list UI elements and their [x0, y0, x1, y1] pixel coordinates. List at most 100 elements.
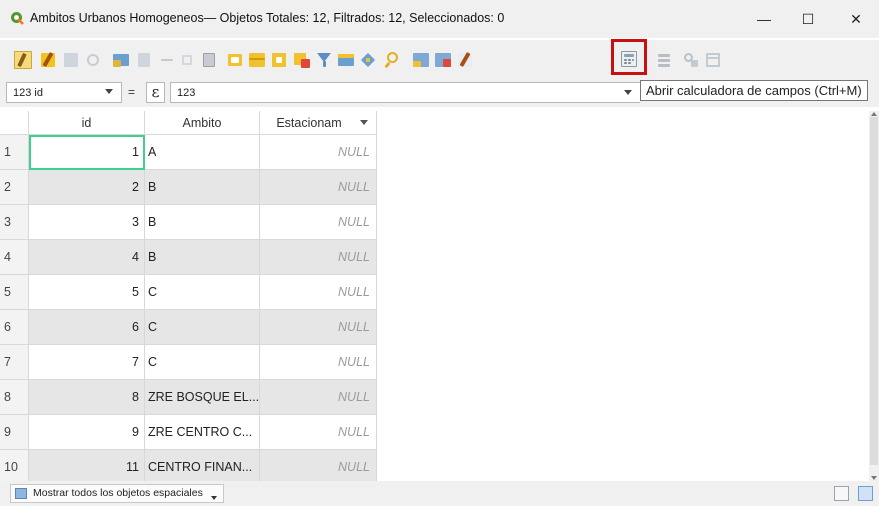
cell-id[interactable]: 2: [29, 170, 145, 205]
qgis-logo-icon: [11, 12, 24, 25]
cell-estacionam[interactable]: NULL: [260, 170, 377, 205]
cell-estacionam[interactable]: NULL: [260, 310, 377, 345]
vertical-scrollbar[interactable]: [869, 111, 879, 481]
column-header-id[interactable]: id: [29, 111, 145, 135]
scroll-down-icon[interactable]: [871, 476, 877, 480]
table-row[interactable]: 6 6 C NULL: [0, 310, 377, 345]
invert-selection-icon[interactable]: [270, 51, 288, 69]
filter-icon[interactable]: [315, 51, 333, 69]
row-number[interactable]: 4: [0, 240, 29, 275]
cell-estacionam[interactable]: NULL: [260, 380, 377, 415]
cell-estacionam[interactable]: NULL: [260, 450, 377, 481]
table-row[interactable]: 10 11 CENTRO FINAN... NULL: [0, 450, 377, 481]
cut-icon[interactable]: [158, 51, 176, 69]
edit-toggle-icon[interactable]: [14, 51, 32, 69]
cell-ambito[interactable]: C: [145, 310, 260, 345]
delete-field-icon[interactable]: [456, 51, 474, 69]
field-name-label: id: [34, 87, 43, 99]
deselect-all-icon[interactable]: [293, 51, 311, 69]
row-number[interactable]: 6: [0, 310, 29, 345]
cell-id[interactable]: 5: [29, 275, 145, 310]
expression-input[interactable]: 123: [170, 82, 640, 103]
expression-dropdown-icon[interactable]: [624, 90, 632, 95]
cell-ambito[interactable]: B: [145, 170, 260, 205]
save-edits-icon[interactable]: [62, 51, 80, 69]
row-number[interactable]: 5: [0, 275, 29, 310]
chevron-down-icon: [105, 89, 113, 94]
maximize-button[interactable]: ☐: [786, 6, 830, 32]
select-all-icon[interactable]: [248, 51, 266, 69]
table-view-icon[interactable]: [858, 486, 873, 501]
expression-value: 123: [177, 87, 196, 99]
expression-select-icon[interactable]: [226, 51, 244, 69]
cell-estacionam[interactable]: NULL: [260, 345, 377, 380]
scroll-up-icon[interactable]: [871, 112, 877, 116]
row-number[interactable]: 9: [0, 415, 29, 450]
column-header-ambito[interactable]: Ambito: [145, 111, 260, 135]
cell-estacionam[interactable]: NULL: [260, 275, 377, 310]
cell-id[interactable]: 1: [29, 135, 145, 170]
cell-id[interactable]: 11: [29, 450, 145, 481]
cell-estacionam[interactable]: NULL: [260, 240, 377, 275]
move-selection-top-icon[interactable]: [337, 51, 355, 69]
paste-icon[interactable]: [200, 51, 218, 69]
table-row[interactable]: 3 3 B NULL: [0, 205, 377, 240]
cell-id[interactable]: 6: [29, 310, 145, 345]
row-number[interactable]: 2: [0, 170, 29, 205]
cell-estacionam[interactable]: NULL: [260, 205, 377, 240]
cell-id[interactable]: 7: [29, 345, 145, 380]
row-number[interactable]: 8: [0, 380, 29, 415]
cell-ambito[interactable]: C: [145, 345, 260, 380]
cell-ambito[interactable]: C: [145, 275, 260, 310]
cell-ambito[interactable]: A: [145, 135, 260, 170]
actions-icon[interactable]: [682, 51, 700, 69]
row-number[interactable]: 10: [0, 450, 29, 481]
scrollbar-thumb[interactable]: [870, 117, 878, 465]
table-row[interactable]: 5 5 C NULL: [0, 275, 377, 310]
copy-icon[interactable]: [178, 51, 196, 69]
reload-icon[interactable]: [84, 51, 102, 69]
field-type-label: 123: [13, 87, 32, 99]
copy-rows-icon[interactable]: [412, 51, 430, 69]
show-features-label: Mostrar todos los objetos espaciales: [33, 487, 203, 499]
column-header-estacionam[interactable]: Estacionam: [260, 111, 377, 135]
field-select[interactable]: 123 id: [6, 82, 122, 103]
pan-to-selection-icon[interactable]: [359, 51, 377, 69]
cell-ambito[interactable]: B: [145, 205, 260, 240]
expression-builder-button[interactable]: ε: [146, 82, 165, 103]
table-row[interactable]: 2 2 B NULL: [0, 170, 377, 205]
show-features-button[interactable]: Mostrar todos los objetos espaciales: [10, 484, 224, 503]
table-row[interactable]: 7 7 C NULL: [0, 345, 377, 380]
row-number[interactable]: 1: [0, 135, 29, 170]
row-number[interactable]: 7: [0, 345, 29, 380]
dropdown-icon: [210, 496, 217, 500]
table-row[interactable]: 8 8 ZRE BOSQUE EL... NULL: [0, 380, 377, 415]
minimize-button[interactable]: —: [742, 6, 786, 32]
cell-estacionam[interactable]: NULL: [260, 415, 377, 450]
table-row[interactable]: 4 4 B NULL: [0, 240, 377, 275]
close-button[interactable]: ✕: [834, 6, 878, 32]
row-number[interactable]: 3: [0, 205, 29, 240]
cell-ambito[interactable]: ZRE CENTRO C...: [145, 415, 260, 450]
form-view-icon[interactable]: [834, 486, 849, 501]
add-feature-icon[interactable]: [112, 51, 130, 69]
table-row[interactable]: 1 1 A NULL: [0, 135, 377, 170]
cell-id[interactable]: 9: [29, 415, 145, 450]
cell-ambito[interactable]: ZRE BOSQUE EL...: [145, 380, 260, 415]
conditional-format-icon[interactable]: [655, 51, 673, 69]
cell-estacionam[interactable]: NULL: [260, 135, 377, 170]
dock-icon[interactable]: [704, 51, 722, 69]
cell-id[interactable]: 8: [29, 380, 145, 415]
attribute-table: id Ambito Estacionam 1 1 A NULL 2 2 B NULL 3 3 B NU…: [0, 111, 869, 481]
delete-feature-icon[interactable]: [135, 51, 153, 69]
cell-id[interactable]: 3: [29, 205, 145, 240]
bottom-bar: Mostrar todos los objetos espaciales: [0, 481, 879, 506]
corner-header[interactable]: [0, 111, 29, 135]
table-row[interactable]: 9 9 ZRE CENTRO C... NULL: [0, 415, 377, 450]
cell-id[interactable]: 4: [29, 240, 145, 275]
cell-ambito[interactable]: CENTRO FINAN...: [145, 450, 260, 481]
zoom-to-selection-icon[interactable]: [383, 51, 401, 69]
paste-rows-icon[interactable]: [434, 51, 452, 69]
multi-edit-icon[interactable]: [39, 51, 57, 69]
cell-ambito[interactable]: B: [145, 240, 260, 275]
